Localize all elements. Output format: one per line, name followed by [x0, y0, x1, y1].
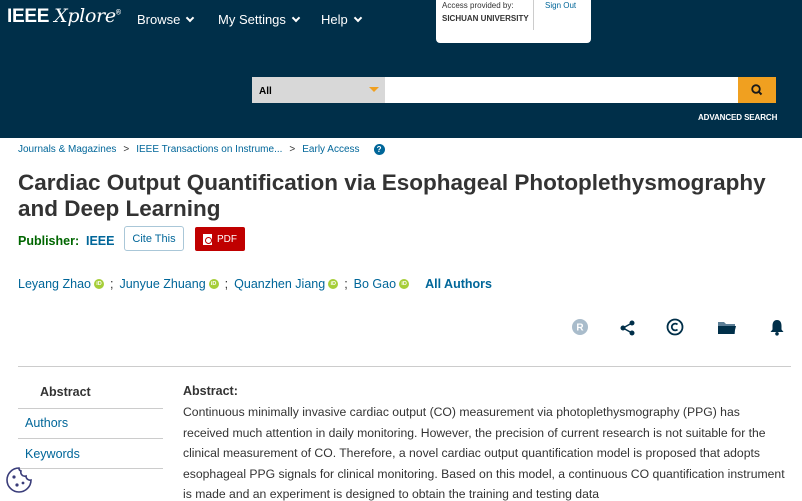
- svg-text:R: R: [576, 323, 584, 334]
- copyright-icon[interactable]: [666, 318, 684, 336]
- breadcrumb-transactions[interactable]: IEEE Transactions on Instrume...: [136, 144, 282, 155]
- author-link[interactable]: Junyue Zhuang iD: [119, 277, 219, 291]
- nav-browse[interactable]: Browse: [137, 12, 195, 27]
- abstract-text: Continuous minimally invasive cardiac ou…: [183, 405, 785, 501]
- cite-this-button[interactable]: Cite This: [124, 226, 184, 251]
- all-authors-link[interactable]: All Authors: [425, 277, 492, 291]
- divider: [18, 408, 163, 409]
- abstract-heading: Abstract:: [183, 384, 238, 398]
- author-list: Leyang Zhao iD ; Junyue Zhuang iD ; Quanzh…: [18, 277, 492, 291]
- ieee-xplore-logo[interactable]: IEEE Xplore®: [7, 5, 121, 28]
- folder-icon[interactable]: [717, 318, 737, 336]
- institution-access-box: Access provided by: SICHUAN UNIVERSITY S…: [436, 0, 591, 43]
- author-link[interactable]: Quanzhen Jiang iD: [234, 277, 339, 291]
- divider: [533, 0, 534, 30]
- site-header: IEEE Xplore® Browse My Settings Help Acc…: [0, 0, 802, 138]
- breadcrumb: Journals & Magazines > IEEE Transactions…: [18, 144, 385, 155]
- orcid-icon[interactable]: iD: [93, 279, 104, 289]
- search-input[interactable]: [385, 77, 738, 103]
- breadcrumb-journals[interactable]: Journals & Magazines: [18, 144, 116, 155]
- search-scope-select[interactable]: All: [252, 77, 385, 103]
- divider: [18, 438, 163, 439]
- rights-icon[interactable]: R: [571, 318, 589, 336]
- sidebar-item-keywords[interactable]: Keywords: [25, 447, 80, 461]
- search-button[interactable]: [738, 77, 776, 103]
- divider: [18, 468, 163, 469]
- pdf-icon: [203, 233, 212, 245]
- advanced-search-link[interactable]: ADVANCED SEARCH: [698, 113, 777, 122]
- sign-out-link[interactable]: Sign Out: [545, 1, 576, 10]
- access-institution: SICHUAN UNIVERSITY: [442, 14, 529, 23]
- orcid-icon[interactable]: iD: [399, 279, 410, 289]
- nav-help[interactable]: Help: [321, 12, 362, 27]
- sidebar-item-authors[interactable]: Authors: [25, 416, 68, 430]
- publisher-name[interactable]: IEEE: [86, 234, 115, 248]
- cookie-settings-icon[interactable]: [5, 466, 33, 494]
- publisher-label: Publisher:: [18, 234, 80, 248]
- dropdown-arrow-icon: [369, 87, 379, 92]
- divider: [18, 366, 791, 367]
- search-icon: [751, 84, 763, 96]
- chevron-down-icon: [186, 13, 195, 22]
- chevron-down-icon: [353, 13, 362, 22]
- nav-my-settings[interactable]: My Settings: [218, 12, 301, 27]
- access-label: Access provided by:: [442, 1, 514, 10]
- breadcrumb-early-access[interactable]: Early Access: [302, 144, 359, 155]
- author-link[interactable]: Bo Gao iD: [354, 277, 410, 291]
- author-link[interactable]: Leyang Zhao iD: [18, 277, 104, 291]
- orcid-icon[interactable]: iD: [208, 279, 219, 289]
- help-icon[interactable]: ?: [373, 144, 385, 155]
- pdf-button[interactable]: PDF: [195, 227, 245, 251]
- orcid-icon[interactable]: iD: [328, 279, 339, 289]
- share-icon[interactable]: [619, 318, 637, 336]
- page-title: Cardiac Output Quantification via Esopha…: [18, 170, 766, 221]
- sidebar-item-abstract[interactable]: Abstract: [40, 385, 91, 399]
- alert-bell-icon[interactable]: [768, 318, 786, 336]
- chevron-down-icon: [291, 13, 301, 22]
